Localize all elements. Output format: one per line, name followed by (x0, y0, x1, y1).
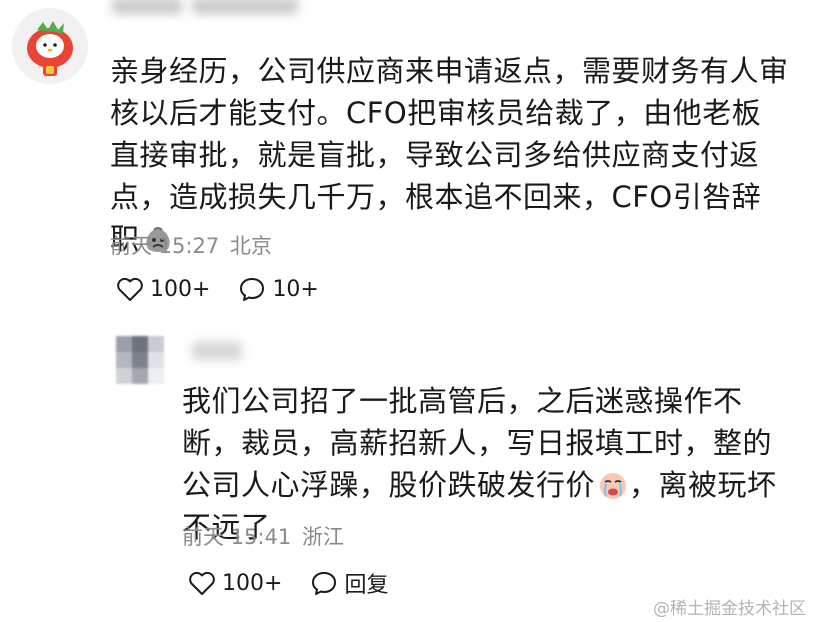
heart-icon (117, 277, 143, 301)
reply-count-button[interactable]: 10+ (238, 276, 319, 302)
comment-location: 北京 (229, 234, 272, 258)
comment-bubble-icon (240, 278, 265, 301)
reply-meta: 前天 15:41 浙江 (182, 521, 344, 551)
reply-like-count: 100+ (222, 570, 283, 596)
reply-button[interactable]: 回复 (310, 567, 388, 599)
comment-actions: 100+ 10+ (116, 276, 347, 302)
crying-face-emoji-icon (600, 473, 627, 499)
like-button[interactable]: 100+ (116, 276, 210, 302)
comment-body: 亲身经历，公司供应商来申请返点，需要财务有人审核以后才能支付。CFO把审核员给裁… (110, 50, 790, 260)
commenter-avatar[interactable] (12, 8, 88, 84)
heart-icon (189, 571, 215, 595)
watermark: @稀土掘金技术社区 (653, 599, 806, 619)
reply-count: 10+ (272, 276, 319, 302)
comment-bubble-icon (312, 572, 337, 595)
comment-time: 前天 15:27 (110, 234, 220, 258)
strawberry-mascot-icon (12, 8, 88, 84)
comment-text: 亲身经历，公司供应商来申请返点，需要财务有人审核以后才能支付。CFO把审核员给裁… (110, 54, 789, 256)
commenter-name-blurred[interactable] (112, 0, 182, 14)
reply-label: 回复 (344, 573, 389, 598)
comment-meta: 前天 15:27 北京 (110, 230, 272, 260)
like-count: 100+ (150, 276, 211, 302)
reply-time: 前天 15:41 (182, 525, 292, 549)
replier-name-blurred[interactable] (192, 342, 242, 360)
replier-avatar[interactable] (116, 336, 164, 384)
reply-like-button[interactable]: 100+ (188, 570, 282, 596)
commenter-name-blurred-2 (192, 0, 298, 14)
reply-location: 浙江 (301, 525, 344, 549)
reply-actions: 100+ 回复 (188, 567, 416, 599)
